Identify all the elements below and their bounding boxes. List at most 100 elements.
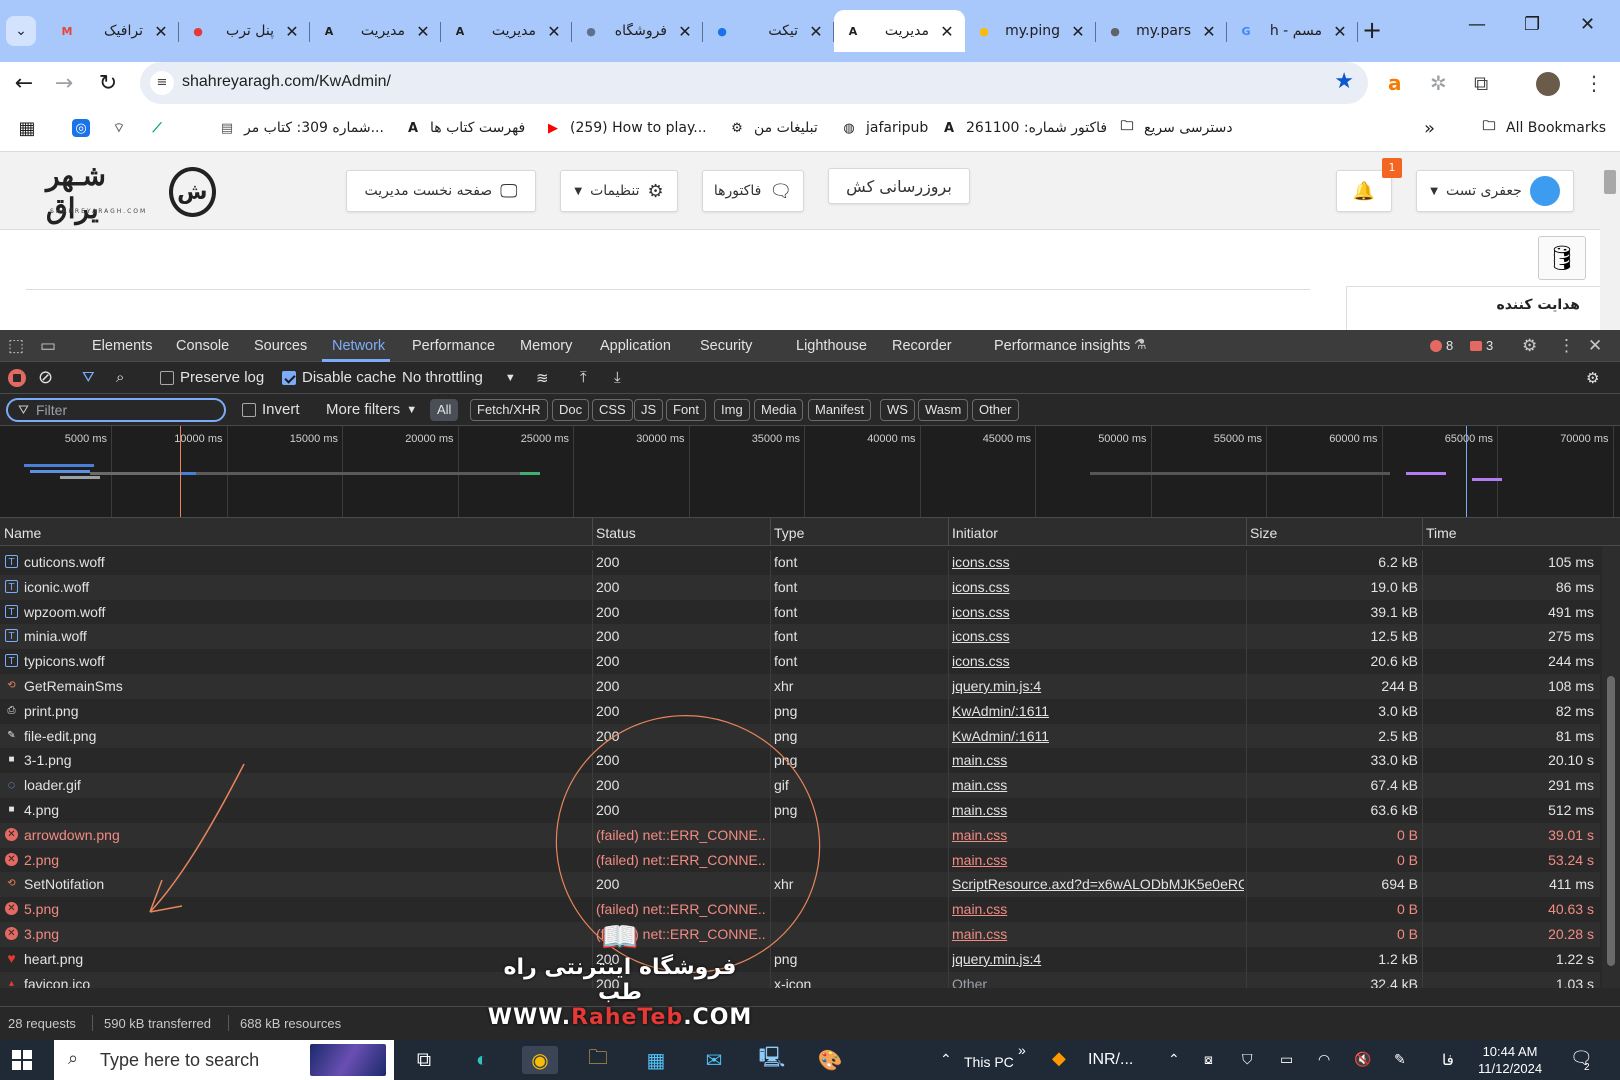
url-text[interactable]: shahreyaragh.com/KwAdmin/ [182,73,391,91]
cell-initiator[interactable]: icons.css [952,653,1244,669]
tab-search-button[interactable]: ⌄ [6,16,36,46]
browser-tab[interactable]: ● تیکت ✕ [703,10,834,52]
more-toolbars-icon[interactable]: » [1018,1042,1026,1058]
bookmark-star-icon[interactable]: ★ [1334,69,1354,94]
devtools-tab-application[interactable]: Application [600,338,671,354]
bookmark-item[interactable]: A فاکتور شماره: 261100 [940,116,1107,140]
browser-tab[interactable]: ● فروشگاه ✕ [572,10,703,52]
tab-close-icon[interactable]: ✕ [677,22,693,41]
devtools-tab-security[interactable]: Security [700,338,752,354]
filter-chip-other[interactable]: Other [972,399,1019,421]
refresh-cache-button[interactable]: بروزرسانی کش [828,168,970,204]
clear-icon[interactable]: ⊘ [38,367,53,388]
table-row[interactable]: Tminia.woff 200 font icons.css 12.5 kB 275 ms [0,624,1600,650]
column-divider[interactable] [948,518,949,546]
cell-initiator[interactable]: main.css [952,802,1244,818]
filter-chip-css[interactable]: CSS [592,399,633,421]
filter-chip-fetchxhr[interactable]: Fetch/XHR [470,399,548,421]
browser-tab[interactable]: ● پنل ترب ✕ [179,10,310,52]
this-pc-label[interactable]: This PC [964,1054,1014,1070]
browser-tab[interactable]: M ترافیک ✕ [48,10,179,52]
filter-chip-all[interactable]: All [430,399,459,421]
currency-widget[interactable]: INR/... [1088,1051,1133,1069]
column-divider[interactable] [1246,518,1247,546]
store-icon[interactable]: ▦ [638,1046,674,1074]
user-menu-button[interactable]: ▼ جعفری تست [1416,170,1574,212]
column-header-type[interactable]: Type [774,525,804,541]
bookmark-item[interactable]: 🗀 دسترسی سریع [1118,116,1232,140]
cell-initiator[interactable]: main.css [952,827,1244,843]
devtools-tab-elements[interactable]: Elements [92,338,152,354]
column-header-size[interactable]: Size [1250,525,1277,541]
tab-close-icon[interactable]: ✕ [284,22,300,41]
site-logo[interactable]: شـهر یراق ش SHAHREYARAGH.COM [46,159,216,225]
table-row[interactable]: ■ 4.png 200 png main.css 63.6 kB 512 ms [0,798,1600,823]
preserve-log-checkbox[interactable]: Preserve log [160,369,264,386]
database-icon[interactable]: 🛢 [1538,236,1586,280]
table-row[interactable]: ♥ heart.png 200 png jquery.min.js:4 1.2 kB 1.2… [0,946,1600,972]
admin-home-button[interactable]: صفحه نخست مدیریت 🖵 [346,170,536,212]
cell-initiator[interactable]: main.css [952,752,1244,768]
request-table-scrollbar[interactable] [1602,546,1620,988]
search-icon[interactable]: ⌕ [116,369,124,386]
table-row[interactable]: Tcuticons.woff 200 font icons.css 6.2 kB 105 … [0,550,1600,575]
filter-chip-manifest[interactable]: Manifest [808,399,872,421]
tab-close-icon[interactable]: ✕ [546,22,562,41]
file-explorer-icon[interactable]: 🗀 [580,1046,616,1074]
network-conditions-icon[interactable]: ≋ [536,369,549,387]
remote-desktop-icon[interactable]: 🖳 [754,1046,790,1074]
table-row[interactable]: Twpzoom.woff 200 font icons.css 39.1 kB 491 m… [0,599,1600,625]
device-toolbar-icon[interactable]: ▭ [40,336,56,356]
settings-dropdown-button[interactable]: ▼ تنظیمات ⚙ [560,170,678,212]
devtools-settings-icon[interactable]: ⚙ [1522,336,1537,356]
minimize-icon[interactable]: — [1468,14,1486,35]
column-header-name[interactable]: Name [4,525,41,541]
cell-initiator[interactable]: icons.css [952,628,1244,644]
extension-icon[interactable]: ✲ [1430,71,1447,95]
pen-bookmark-icon[interactable]: ⟋ [148,116,166,140]
show-hidden-icons[interactable]: ⌃ [1168,1051,1180,1068]
wifi-icon[interactable]: ◠ [1318,1051,1330,1068]
back-icon[interactable]: ← [8,68,40,100]
browser-tab[interactable]: Gh - مسم ✕ [1227,10,1358,52]
cell-initiator[interactable]: icons.css [952,604,1244,620]
table-row[interactable]: ✕ 2.png (failed) net::ERR_CONNE... main.css… [0,847,1600,873]
taskbar-search-box[interactable]: ⌕ Type here to search [54,1040,394,1080]
filter-chip-media[interactable]: Media [754,399,804,421]
amazon-extension-icon[interactable]: a [1388,71,1402,95]
apps-grid-icon[interactable]: ▦ [18,116,36,140]
invert-checkbox[interactable]: Invert [242,401,300,418]
wifi-bookmark-icon[interactable]: ⌔ [110,116,128,140]
table-row[interactable]: Ticonic.woff 200 font icons.css 19.0 kB 86 ms [0,574,1600,600]
volume-muted-icon[interactable]: 🔇 [1354,1051,1371,1068]
invoices-button[interactable]: فاکتورها 🗨 [702,170,804,212]
system-clock[interactable]: 10:44 AM 11/12/2024 [1478,1043,1542,1077]
tab-close-icon[interactable]: ✕ [415,22,431,41]
devtools-tab-performance-insights[interactable]: Performance insights [994,338,1130,354]
mail-icon[interactable]: ✉ [696,1046,732,1074]
filter-input[interactable]: ⛛ Filter [6,398,226,422]
devtools-tab-sources[interactable]: Sources [254,338,307,354]
network-overview-timeline[interactable]: 5000 ms 10000 ms 15000 ms 20000 ms 25000 ms 3… [0,426,1620,518]
browser-tab[interactable]: ● my.pars ✕ [1096,10,1227,52]
browser-tab[interactable]: A مدیریت ✕ [310,10,441,52]
filter-chip-img[interactable]: Img [714,399,750,421]
export-har-icon[interactable]: ⤓ [614,369,621,386]
cell-initiator[interactable]: main.css [952,926,1244,942]
address-bar[interactable]: ≡ shahreyaragh.com/KwAdmin/ ★ [140,62,1368,104]
tab-close-icon[interactable]: ✕ [808,22,824,41]
puzzle-icon[interactable]: ⧉ [1474,71,1488,95]
cell-initiator[interactable]: icons.css [952,579,1244,595]
devtools-tab-recorder[interactable]: Recorder [892,338,952,354]
table-row[interactable]: ⎙ print.png 200 png KwAdmin/:1611 3.0 kB 82 ms [0,698,1600,724]
filter-chip-doc[interactable]: Doc [552,399,590,421]
table-row[interactable]: ✕ arrowdown.png (failed) net::ERR_CONNE...… [0,822,1600,848]
battery-icon[interactable]: ▭ [1280,1051,1293,1068]
menu-kebab-icon[interactable]: ⋮ [1584,71,1604,95]
column-header-status[interactable]: Status [596,525,636,541]
browser-tab[interactable]: A مدیریت ✕ [834,10,965,52]
tab-close-icon[interactable]: ✕ [1332,22,1348,41]
table-row[interactable]: ✕ 5.png (failed) net::ERR_CONNE... main.css… [0,897,1600,922]
cell-initiator[interactable]: main.css [952,777,1244,793]
forward-icon[interactable]: → [48,68,80,100]
